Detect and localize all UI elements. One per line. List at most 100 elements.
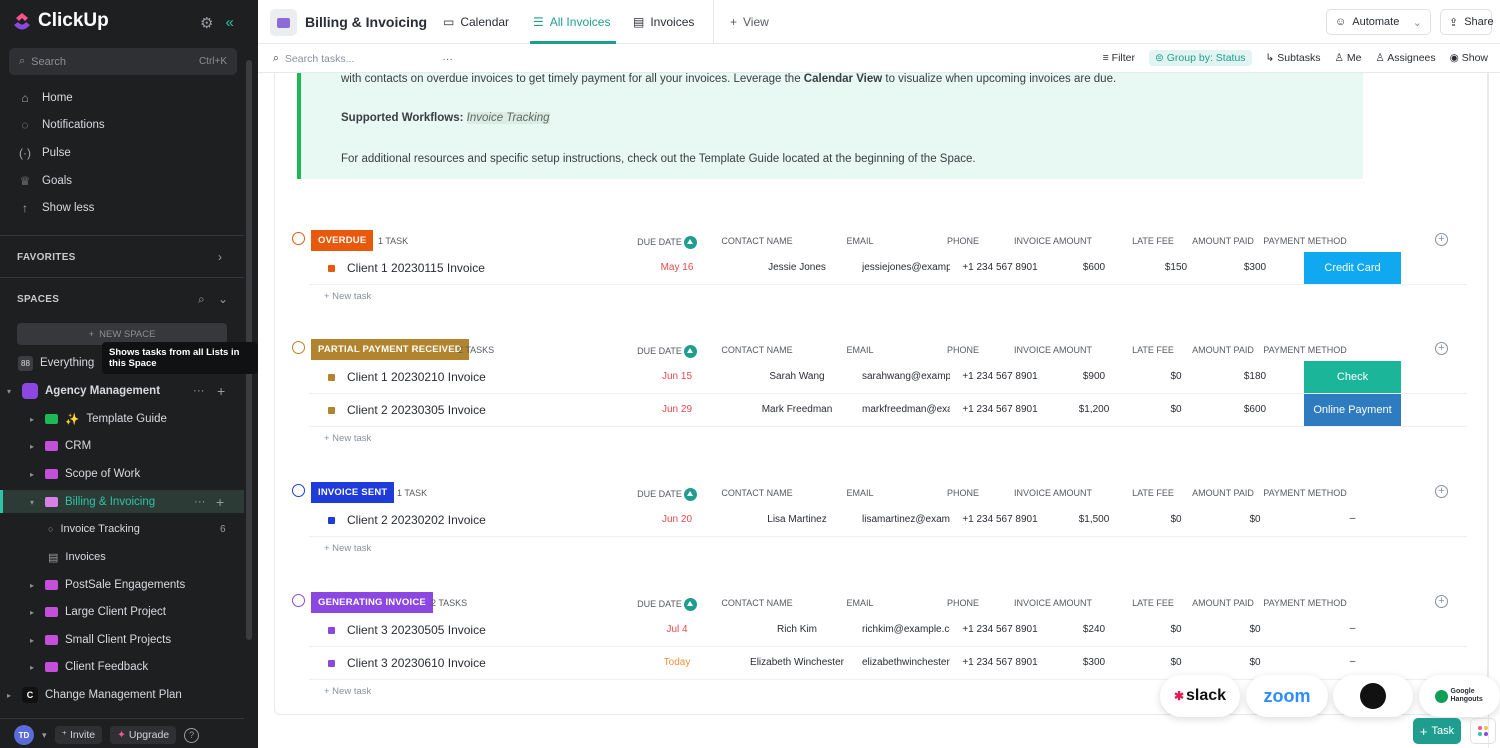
show-button[interactable]: ◉ Show <box>1450 52 1488 64</box>
column-header-email[interactable]: EMAIL <box>815 236 905 246</box>
help-icon[interactable]: ? <box>184 727 200 743</box>
cell-email[interactable]: jessiejones@example.com <box>862 262 950 273</box>
me-button[interactable]: ♙ Me <box>1334 52 1361 64</box>
cell-email[interactable]: elizabethwinchester@example.com <box>862 657 950 668</box>
status-square-icon[interactable] <box>328 517 335 524</box>
task-name[interactable]: Client 1 20230115 Invoice <box>347 261 485 275</box>
cell-paid[interactable]: $0 <box>1221 624 1289 635</box>
column-header-late[interactable]: LATE FEE <box>1127 345 1179 355</box>
cell-paid[interactable]: $0 <box>1221 514 1289 525</box>
cell-amount[interactable]: $300 <box>1059 657 1129 668</box>
cell-due[interactable]: Jun 29 <box>651 404 703 415</box>
plus-icon[interactable]: + <box>216 494 224 510</box>
cell-email[interactable]: sarahwang@example.com <box>862 371 950 382</box>
cell-paid[interactable]: $180 <box>1221 371 1289 382</box>
assignees-button[interactable]: ♙ Assignees <box>1375 52 1435 64</box>
cell-due[interactable]: Jul 4 <box>651 624 703 635</box>
plus-icon[interactable]: + <box>217 383 225 399</box>
tab-calendar[interactable]: ▭ Calendar <box>443 15 509 29</box>
column-header-due[interactable]: DUE DATE <box>629 488 705 501</box>
column-header-email[interactable]: EMAIL <box>815 488 905 498</box>
add-column-icon[interactable]: + <box>1435 342 1448 355</box>
collapse-group-icon[interactable] <box>292 484 305 497</box>
sort-ascending-icon[interactable] <box>683 345 697 358</box>
user-avatar[interactable]: TD <box>14 725 34 745</box>
status-square-icon[interactable] <box>328 660 335 667</box>
payment-method-label[interactable]: Online Payment <box>1304 394 1401 426</box>
zoom-integration[interactable]: zoom <box>1246 675 1328 717</box>
payment-method-label[interactable]: Check <box>1304 361 1401 393</box>
cell-late[interactable]: $0 <box>1150 624 1202 635</box>
cell-late[interactable]: $150 <box>1150 262 1202 273</box>
cell-paid[interactable]: $300 <box>1221 262 1289 273</box>
sidebar-everything[interactable]: 88 Everything <box>18 353 94 373</box>
task-name[interactable]: Client 1 20230210 Invoice <box>347 370 486 384</box>
folder-small-client[interactable]: ▸ Small Client Projects <box>30 630 171 650</box>
chevron-down-icon[interactable]: ⌄ <box>1413 16 1422 29</box>
cell-late[interactable]: $0 <box>1150 371 1202 382</box>
column-header-contact[interactable]: CONTACT NAME <box>717 236 797 246</box>
collapse-sidebar-icon[interactable]: « <box>225 14 233 32</box>
cell-phone[interactable]: +1 234 567 8901 <box>962 657 1038 668</box>
column-header-paid[interactable]: AMOUNT PAID <box>1187 345 1259 355</box>
app-logo[interactable]: ClickUp <box>12 10 109 32</box>
cell-phone[interactable]: +1 234 567 8901 <box>962 262 1038 273</box>
cell-contact[interactable]: Jessie Jones <box>737 262 857 273</box>
cell-due[interactable]: May 16 <box>651 262 703 273</box>
slack-integration[interactable]: ✱ slack <box>1160 675 1240 717</box>
column-header-email[interactable]: EMAIL <box>815 598 905 608</box>
cell-late[interactable]: $0 <box>1150 514 1202 525</box>
add-column-icon[interactable]: + <box>1435 485 1448 498</box>
filter-button[interactable]: ≡ Filter <box>1103 52 1135 64</box>
nav-goals[interactable]: ♕ Goals <box>18 171 72 191</box>
table-row[interactable]: Client 1 20230210 Invoice Jun 15 Sarah Wan… <box>309 361 1467 394</box>
tab-invoices[interactable]: ▤ Invoices <box>633 15 694 29</box>
task-search[interactable]: ⌕ Search tasks... ··· <box>273 52 453 65</box>
column-header-amount[interactable]: INVOICE AMOUNT <box>1011 488 1095 498</box>
column-header-amount[interactable]: INVOICE AMOUNT <box>1011 236 1095 246</box>
cell-late[interactable]: $0 <box>1150 404 1202 415</box>
automate-button[interactable]: ☺ Automate ⌄ <box>1326 9 1431 35</box>
cell-amount[interactable]: $1,500 <box>1059 514 1129 525</box>
cell-amount[interactable]: $900 <box>1059 371 1129 382</box>
column-header-method[interactable]: PAYMENT METHOD <box>1257 236 1353 246</box>
cell-phone[interactable]: +1 234 567 8901 <box>962 371 1038 382</box>
folder-template-guide[interactable]: ▸ ✨ Template Guide <box>30 409 167 429</box>
cell-contact[interactable]: Sarah Wang <box>737 371 857 382</box>
add-column-icon[interactable]: + <box>1435 233 1448 246</box>
column-header-late[interactable]: LATE FEE <box>1127 236 1179 246</box>
add-column-icon[interactable]: + <box>1435 595 1448 608</box>
cell-late[interactable]: $0 <box>1150 657 1202 668</box>
task-name[interactable]: Client 2 20230202 Invoice <box>347 513 486 527</box>
nav-home[interactable]: ⌂ Home <box>18 88 72 108</box>
share-button[interactable]: ⇪ Share <box>1440 9 1494 35</box>
status-badge[interactable]: INVOICE SENT <box>311 482 395 503</box>
column-header-due[interactable]: DUE DATE <box>629 236 705 249</box>
column-header-contact[interactable]: CONTACT NAME <box>717 488 797 498</box>
column-header-email[interactable]: EMAIL <box>815 345 905 355</box>
column-header-method[interactable]: PAYMENT METHOD <box>1257 488 1353 498</box>
tab-all-invoices[interactable]: ☰ All Invoices <box>533 15 610 29</box>
cell-phone[interactable]: +1 234 567 8901 <box>962 404 1038 415</box>
column-header-method[interactable]: PAYMENT METHOD <box>1257 598 1353 608</box>
task-name[interactable]: Client 3 20230610 Invoice <box>347 656 486 670</box>
cell-email[interactable]: lisamartinez@example.com <box>862 514 950 525</box>
cell-contact[interactable]: Mark Freedman <box>737 404 857 415</box>
cell-paid[interactable]: $600 <box>1221 404 1289 415</box>
column-header-amount[interactable]: INVOICE AMOUNT <box>1011 598 1095 608</box>
folder-crm[interactable]: ▸ CRM <box>30 436 91 456</box>
payment-method-empty[interactable]: – <box>1304 623 1401 634</box>
apps-grid-icon[interactable] <box>1470 718 1496 744</box>
status-square-icon[interactable] <box>328 374 335 381</box>
folder-icon[interactable] <box>270 9 297 36</box>
table-row[interactable]: Client 3 20230505 Invoice Jul 4 Rich Kim ri… <box>309 614 1467 647</box>
more-icon[interactable]: ··· <box>193 385 205 397</box>
new-task-link[interactable]: + New task <box>324 433 371 444</box>
payment-method-empty[interactable]: – <box>1304 656 1401 667</box>
group-by-button[interactable]: ⊜ Group by: Status <box>1149 50 1252 66</box>
search-icon[interactable]: ⌕ <box>198 292 205 307</box>
sort-ascending-icon[interactable] <box>683 236 697 249</box>
column-header-phone[interactable]: PHONE <box>925 488 1001 498</box>
cell-email[interactable]: markfreedman@example.com <box>862 404 950 415</box>
add-view-button[interactable]: + View <box>730 15 769 29</box>
